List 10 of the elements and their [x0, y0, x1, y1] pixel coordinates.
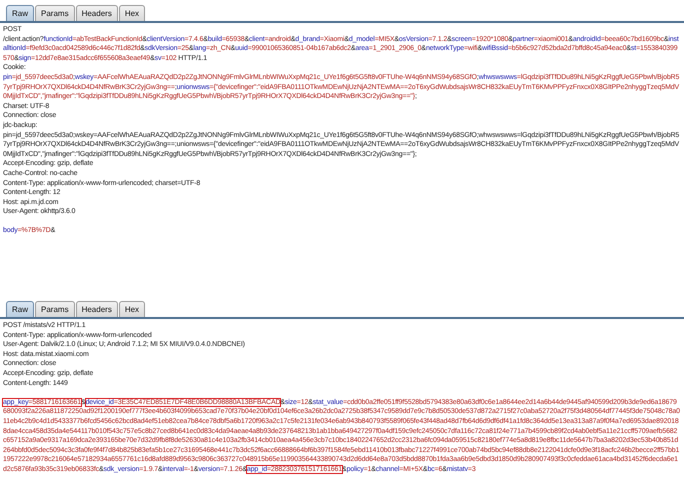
tab[interactable]: Hex: [118, 301, 146, 318]
tab[interactable]: Hex: [118, 5, 146, 21]
tab[interactable]: Raw: [6, 301, 34, 318]
tab[interactable]: Headers: [76, 5, 118, 21]
message-editor[interactable]: [0, 317, 684, 475]
tab[interactable]: Params: [35, 5, 75, 21]
tab[interactable]: Headers: [76, 301, 118, 318]
tab[interactable]: Params: [35, 301, 75, 318]
tab[interactable]: Raw: [6, 5, 34, 21]
message-editor[interactable]: [0, 21, 684, 236]
